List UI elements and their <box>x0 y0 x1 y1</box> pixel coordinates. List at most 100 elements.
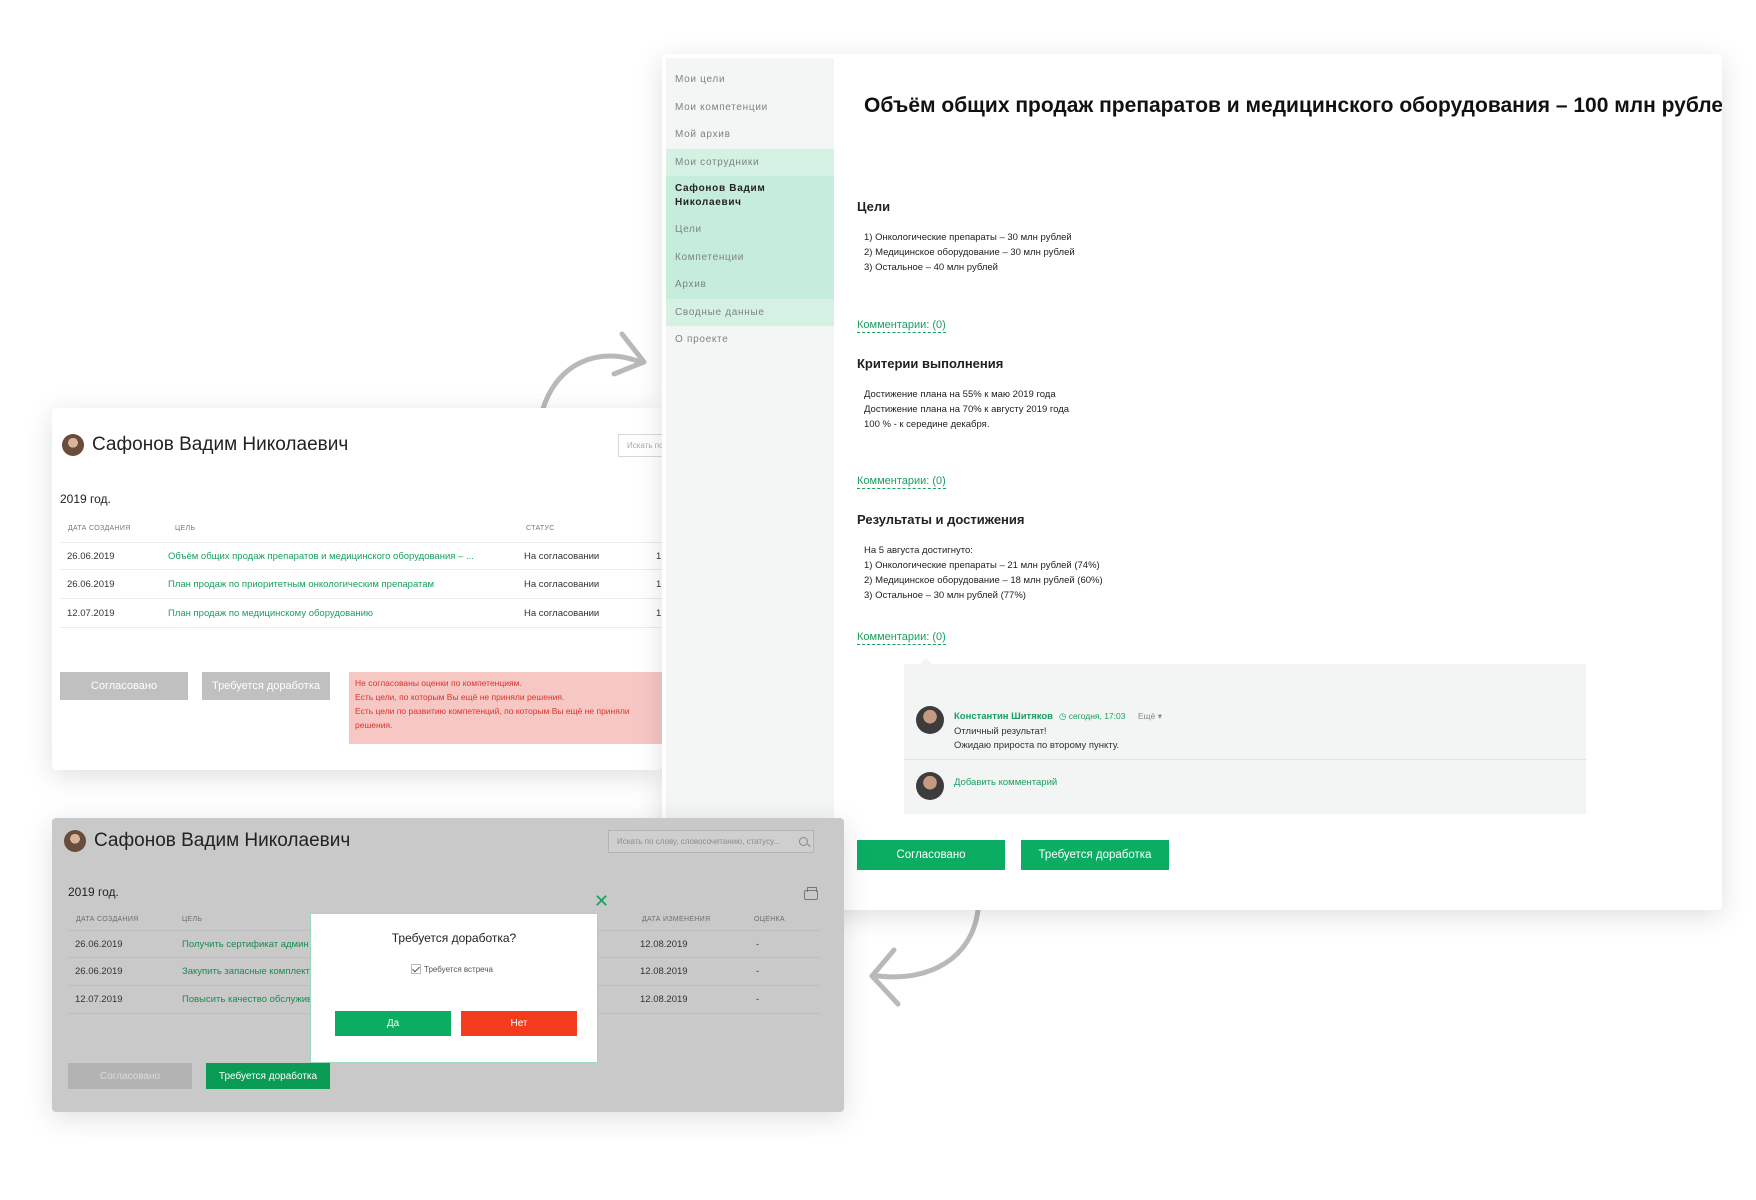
current-user-avatar <box>916 772 944 800</box>
comment-more-label: Ещё <box>1138 711 1156 721</box>
row-extra: 1 <box>656 551 662 562</box>
sidebar-item-my-competencies[interactable]: Мои компетенции <box>666 94 834 122</box>
row-status: На согласовании <box>524 579 600 590</box>
comment-more-menu[interactable]: Ещё ▾ <box>1138 711 1162 722</box>
row-score: - <box>756 939 760 950</box>
sidebar-item-my-archive[interactable]: Мой архив <box>666 121 834 149</box>
row-goal-link[interactable]: Повысить качество обслужив <box>182 994 312 1005</box>
sidebar-item-employee[interactable]: Сафонов Вадим Николаевич <box>666 176 834 216</box>
rework-dialog: Требуется доработка? Требуется встреча Д… <box>310 913 598 1063</box>
person-name: Сафонов Вадим Николаевич <box>94 830 351 851</box>
comment-time-text: сегодня, 17:03 <box>1068 711 1126 721</box>
sidebar-item-my-goals[interactable]: Мои цели <box>666 66 834 94</box>
person-name: Сафонов Вадим Николаевич <box>92 434 349 455</box>
row-date: 12.07.2019 <box>75 994 123 1005</box>
comment-author[interactable]: Константин Шитяков <box>954 711 1053 722</box>
checkbox-checked-icon[interactable] <box>411 964 421 974</box>
no-button[interactable]: Нет <box>461 1011 577 1036</box>
goals-list-card: Сафонов Вадим Николаевич Искать по 2019 … <box>52 408 662 770</box>
approve-button[interactable]: Согласовано <box>60 672 188 700</box>
column-header-score: ОЦЕНКА <box>754 916 785 923</box>
rework-button[interactable]: Требуется доработка <box>206 1063 330 1089</box>
section-heading-results: Результаты и достижения <box>857 512 1025 527</box>
goals-list: 1) Онкологические препараты – 30 млн руб… <box>864 230 1075 275</box>
row-goal-link[interactable]: План продаж по приоритетным онкологическ… <box>168 579 434 590</box>
column-header-created: ДАТА СОЗДАНИЯ <box>68 525 131 532</box>
row-goal-link[interactable]: План продаж по медицинскому оборудованию <box>168 608 373 619</box>
avatar <box>62 434 84 456</box>
comments-link-results[interactable]: Комментарии: (0) <box>857 631 946 645</box>
comments-link-criteria[interactable]: Комментарии: (0) <box>857 475 946 489</box>
caret-down-icon: ▾ <box>1157 711 1163 721</box>
table-row[interactable]: 26.06.2019 Объём общих продаж препаратов… <box>60 542 662 570</box>
row-goal-link[interactable]: Закупить запасные комплект <box>182 966 310 977</box>
criteria-list: Достижение плана на 55% к маю 2019 года … <box>864 387 1069 432</box>
alert-line: Есть цели, по которым Вы ещё не приняли … <box>355 692 565 702</box>
sidebar-item-summary[interactable]: Сводные данные <box>666 298 834 326</box>
search-input[interactable]: Искать по <box>618 434 662 457</box>
column-header-goal: ЦЕЛЬ <box>182 916 203 923</box>
table-row[interactable]: 12.07.2019 План продаж по медицинскому о… <box>60 600 662 628</box>
sidebar-item-archive[interactable]: Архив <box>666 271 834 299</box>
sidebar-item-about[interactable]: О проекте <box>666 326 834 354</box>
search-input[interactable]: Искать по слову, словосочетанию, статусу… <box>608 830 814 853</box>
alert-line: Не согласованы оценки по компетенциям. <box>355 678 522 688</box>
row-extra: 1 <box>656 579 662 590</box>
results-list: На 5 августа достигнуто: 1) Онкологическ… <box>864 543 1103 603</box>
print-icon[interactable] <box>804 887 818 900</box>
close-icon[interactable]: ✕ <box>594 892 609 910</box>
dialog-title: Требуется доработка? <box>391 931 517 945</box>
criteria-item: 100 % - к середине декабря. <box>864 419 990 430</box>
page-title: Объём общих продаж препаратов и медицинс… <box>864 94 1722 117</box>
column-header-changed: ДАТА ИЗМЕНЕНИЯ <box>642 916 711 923</box>
commenter-avatar <box>916 706 944 734</box>
approve-button[interactable]: Согласовано <box>68 1063 192 1089</box>
clock-icon: ◷ <box>1059 711 1067 721</box>
results-item: 3) Остальное – 30 млн рублей (77%) <box>864 590 1026 601</box>
row-date: 26.06.2019 <box>67 579 115 590</box>
meeting-checkbox[interactable]: Требуется встреча <box>411 964 493 974</box>
results-item: 2) Медицинское оборудование – 18 млн руб… <box>864 575 1103 586</box>
yes-button[interactable]: Да <box>335 1011 451 1036</box>
column-header-status: СТАТУС <box>526 525 555 532</box>
table-row[interactable]: 26.06.2019 План продаж по приоритетным о… <box>60 571 662 599</box>
goal-detail-card: Мои цели Мои компетенции Мой архив Мои с… <box>662 54 1722 910</box>
comment-line: Ожидаю прироста по второму пункту. <box>954 740 1120 751</box>
column-header-created: ДАТА СОЗДАНИЯ <box>76 916 139 923</box>
approve-button[interactable]: Согласовано <box>857 840 1005 870</box>
checkbox-label: Требуется встреча <box>424 964 493 974</box>
goal-item: 2) Медицинское оборудование – 30 млн руб… <box>864 247 1075 258</box>
section-heading-goals: Цели <box>857 199 891 214</box>
rework-button[interactable]: Требуется доработка <box>202 672 330 700</box>
row-date: 26.06.2019 <box>75 966 123 977</box>
column-header-goal: ЦЕЛЬ <box>175 525 196 532</box>
search-icon[interactable] <box>799 837 808 846</box>
add-comment-link[interactable]: Добавить комментарий <box>954 777 1057 788</box>
sidebar-item-competencies[interactable]: Компетенции <box>666 243 834 271</box>
alert-line: решения. <box>355 720 393 730</box>
row-status: На согласовании <box>524 608 600 619</box>
comments-link-goals[interactable]: Комментарии: (0) <box>857 319 946 333</box>
sidebar: Мои цели Мои компетенции Мой архив Мои с… <box>666 58 834 910</box>
row-changed: 12.08.2019 <box>640 994 688 1005</box>
sidebar-item-my-employees[interactable]: Мои сотрудники <box>666 148 834 176</box>
arrow-bottom <box>875 907 981 980</box>
detail-content: Объём общих продаж препаратов и медицинс… <box>857 54 1722 910</box>
comment-thread: Константин Шитяков ◷ сегодня, 17:03 Ещё … <box>904 664 1586 814</box>
row-status: На согласовании <box>524 551 600 562</box>
comment-text: Отличный результат! Ожидаю прироста по в… <box>954 725 1119 753</box>
person-header: Сафонов Вадим Николаевич <box>64 830 350 852</box>
goal-item: 1) Онкологические препараты – 30 млн руб… <box>864 232 1072 243</box>
row-date: 26.06.2019 <box>67 551 115 562</box>
person-header: Сафонов Вадим Николаевич <box>62 434 348 456</box>
row-date: 12.07.2019 <box>67 608 115 619</box>
row-goal-link[interactable]: Объём общих продаж препаратов и медицинс… <box>168 551 474 562</box>
row-score: - <box>756 966 760 977</box>
rework-button[interactable]: Требуется доработка <box>1021 840 1169 870</box>
avatar <box>64 830 86 852</box>
sidebar-item-goals[interactable]: Цели <box>666 216 834 244</box>
row-extra: 1 <box>656 608 662 619</box>
comment-time: ◷ сегодня, 17:03 <box>1059 711 1125 722</box>
goal-item: 3) Остальное – 40 млн рублей <box>864 262 998 273</box>
row-goal-link[interactable]: Получить сертификат админ <box>182 939 309 950</box>
